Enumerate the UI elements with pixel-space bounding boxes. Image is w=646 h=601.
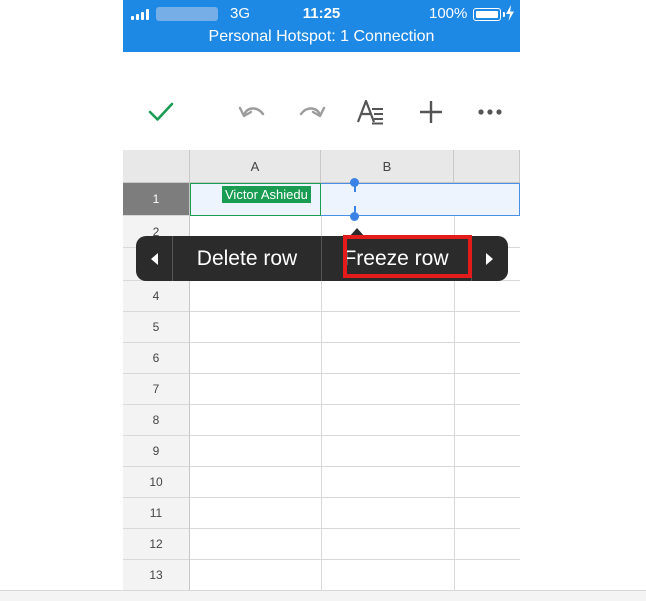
table-row[interactable] [190, 529, 520, 560]
table-row[interactable] [190, 312, 520, 343]
selection-handle-bottom[interactable] [350, 212, 359, 221]
table-row[interactable] [190, 374, 520, 405]
text-format-icon[interactable] [351, 94, 391, 130]
editing-toolbar [123, 52, 520, 150]
table-row[interactable] [190, 467, 520, 498]
hotspot-banner[interactable]: Personal Hotspot: 1 Connection [123, 28, 520, 46]
delete-row-menu-item[interactable]: Delete row [173, 236, 321, 281]
status-bar: 3G 11:25 100% Personal Hotspot: 1 Connec… [123, 0, 520, 52]
row-header-8[interactable]: 8 [123, 405, 190, 436]
battery-percentage: 100% [429, 5, 468, 22]
column-header-b[interactable]: B [321, 150, 454, 183]
table-row[interactable] [190, 281, 520, 312]
redo-icon[interactable] [292, 94, 332, 130]
charging-icon [506, 5, 514, 21]
phone-screen: 3G 11:25 100% Personal Hotspot: 1 Connec… [123, 0, 520, 590]
menu-prev-arrow-icon[interactable] [136, 236, 172, 281]
check-icon[interactable] [141, 94, 181, 130]
page-margin-left [0, 0, 123, 600]
row-header-1[interactable]: 1 [123, 183, 190, 216]
table-row[interactable] [190, 560, 520, 590]
row-header-10[interactable]: 10 [123, 467, 190, 498]
add-icon[interactable] [411, 94, 451, 130]
freeze-row-menu-item[interactable]: Freeze row [322, 236, 470, 281]
row-header-11[interactable]: 11 [123, 498, 190, 529]
undo-icon[interactable] [232, 94, 272, 130]
select-all-corner[interactable] [123, 150, 190, 183]
spreadsheet-grid[interactable]: A B 1 2 3 4 5 6 7 8 9 10 11 12 13 Victor… [123, 150, 520, 590]
row-header-12[interactable]: 12 [123, 529, 190, 560]
menu-next-arrow-icon[interactable] [472, 236, 508, 281]
table-row[interactable] [190, 405, 520, 436]
table-row[interactable] [190, 436, 520, 467]
cell-a1-value: Victor Ashiedu [222, 186, 311, 203]
row-header-4[interactable]: 4 [123, 281, 190, 312]
column-header-c[interactable] [454, 150, 520, 183]
column-header-a[interactable]: A [190, 150, 321, 183]
row-header-6[interactable]: 6 [123, 343, 190, 374]
page-margin-bottom [0, 590, 646, 601]
context-menu: Delete row Freeze row [136, 235, 508, 281]
table-row[interactable] [190, 343, 520, 374]
page-margin-right [520, 0, 646, 600]
battery-icon [473, 8, 505, 21]
selection-handle-top[interactable] [350, 178, 359, 187]
row-header-13[interactable]: 13 [123, 560, 190, 590]
more-icon[interactable] [470, 94, 510, 130]
table-row[interactable] [190, 498, 520, 529]
row-header-7[interactable]: 7 [123, 374, 190, 405]
row-header-5[interactable]: 5 [123, 312, 190, 343]
row-header-9[interactable]: 9 [123, 436, 190, 467]
